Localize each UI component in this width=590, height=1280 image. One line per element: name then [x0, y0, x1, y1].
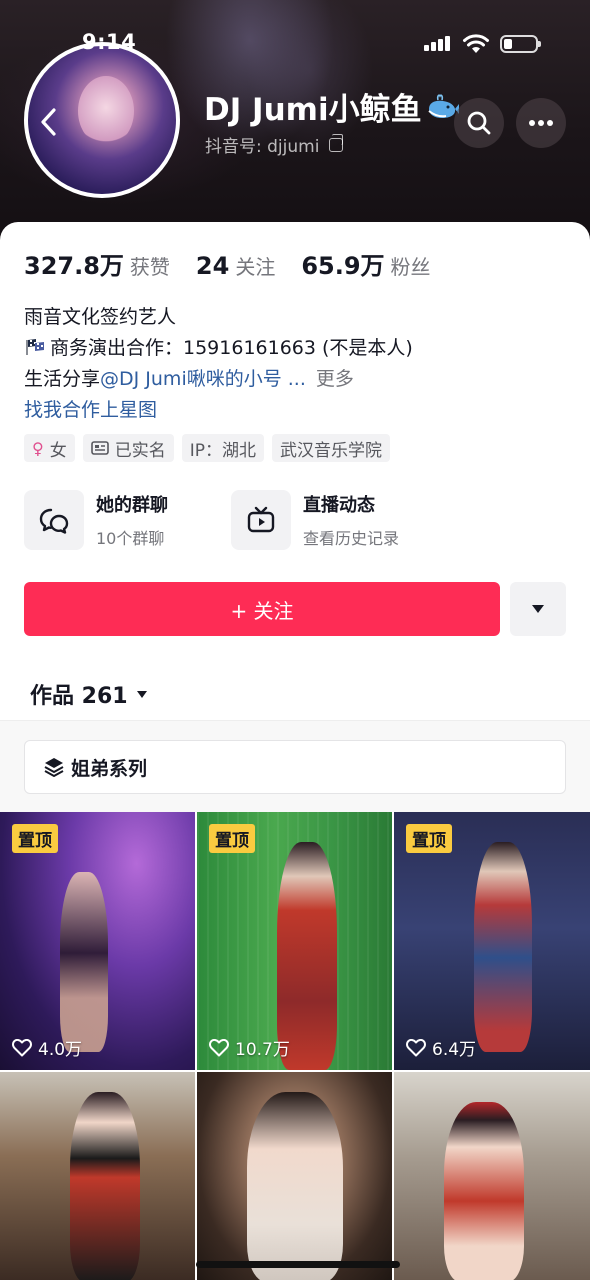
live-tv-icon: [247, 506, 275, 533]
caret-down-icon: [136, 690, 147, 698]
id-card-icon: [90, 441, 109, 455]
status-time: 9:14: [82, 30, 137, 54]
back-button[interactable]: [32, 102, 64, 142]
search-icon: [467, 111, 491, 135]
bio-line-3: 生活分享@DJ Jumi啾咪的小号 ... 更多: [24, 368, 354, 390]
home-indicator: [196, 1261, 400, 1268]
search-button[interactable]: [454, 98, 504, 148]
bio-line-2: 商务演出合作：15916161663 (不是本人): [24, 333, 413, 364]
heart-outline-icon: [209, 1038, 229, 1056]
profile-card: 327.8万 获赞 24 关注 65.9万 粉丝 雨音文化签约艺人 商务演出合作…: [0, 222, 590, 1280]
follow-button[interactable]: + 关注: [24, 582, 500, 636]
tag-school[interactable]: 武汉音乐学院: [271, 434, 390, 462]
video-thumbnail[interactable]: 置顶 4.0万: [0, 812, 195, 1070]
caret-down-icon: [532, 605, 544, 613]
live-history-entry[interactable]: 直播动态 查看历史记录: [231, 490, 438, 550]
bio-line-1: 雨音文化签约艺人: [24, 306, 177, 328]
tag-verified: 已实名: [82, 434, 174, 462]
like-count: 4.0万: [12, 1035, 82, 1060]
female-icon: ♀: [32, 438, 44, 458]
group-chat-icon: [39, 508, 69, 534]
tag-gender: ♀ 女: [24, 434, 75, 462]
pinned-badge: 置顶: [209, 824, 255, 853]
stat-followers[interactable]: 65.9万 粉丝: [301, 246, 430, 281]
layers-icon: [44, 758, 64, 777]
more-options-button[interactable]: [516, 98, 566, 148]
battery-icon: [500, 35, 541, 53]
feature-row: 她的群聊 10个群聊 直播动态 查看历史记录: [24, 490, 438, 550]
status-bar: 9:14: [0, 0, 590, 88]
stat-likes[interactable]: 327.8万 获赞: [24, 246, 170, 281]
stat-following[interactable]: 24 关注: [196, 251, 275, 280]
follow-dropdown-button[interactable]: [510, 582, 566, 636]
tag-ip: IP：湖北: [181, 434, 264, 462]
tab-works[interactable]: 作品 261: [30, 678, 148, 710]
battery-level: [504, 39, 512, 49]
pinned-badge: 置顶: [12, 824, 58, 853]
wifi-icon: [462, 33, 490, 59]
video-thumbnail[interactable]: 置顶 10.7万: [197, 812, 392, 1070]
stats-row: 327.8万 获赞 24 关注 65.9万 粉丝: [24, 246, 457, 281]
profile-nickname: DJ Jumi小鲸鱼: [204, 84, 460, 129]
like-count: 6.4万: [406, 1035, 476, 1060]
mention-link[interactable]: @DJ Jumi啾咪的小号 ...: [100, 368, 306, 390]
like-count: 10.7万: [209, 1035, 290, 1060]
heart-outline-icon: [12, 1038, 32, 1056]
series-filter[interactable]: 姐弟系列: [24, 740, 566, 794]
chevron-left-icon: [41, 108, 56, 136]
tag-row: ♀ 女 已实名 IP：湖北 武汉音乐学院: [24, 434, 390, 462]
group-chat-entry[interactable]: 她的群聊 10个群聊: [24, 490, 231, 550]
video-thumbnail[interactable]: 置顶 6.4万: [394, 812, 590, 1070]
video-thumbnail[interactable]: [197, 1072, 392, 1280]
video-thumbnail[interactable]: [394, 1072, 590, 1280]
douyin-id[interactable]: 抖音号: djjumi: [205, 132, 344, 157]
checkered-flag-icon: [26, 339, 44, 355]
pinned-badge: 置顶: [406, 824, 452, 853]
video-grid: 置顶 4.0万 置顶 10.7万 置顶 6.4万: [0, 812, 590, 1280]
video-thumbnail[interactable]: [0, 1072, 195, 1280]
bio-more-link[interactable]: 更多: [316, 368, 354, 390]
heart-outline-icon: [406, 1038, 426, 1056]
star-map-link[interactable]: 找我合作上星图: [24, 395, 413, 426]
copy-icon[interactable]: [329, 133, 344, 152]
cellular-signal-icon: [424, 35, 450, 51]
profile-header: 9:14 DJ Jumi小鲸鱼 抖音号: djjumi: [0, 0, 590, 240]
bio: 雨音文化签约艺人 商务演出合作：15916161663 (不是本人) 生活分享@…: [24, 302, 413, 426]
ellipsis-icon: [529, 120, 553, 126]
